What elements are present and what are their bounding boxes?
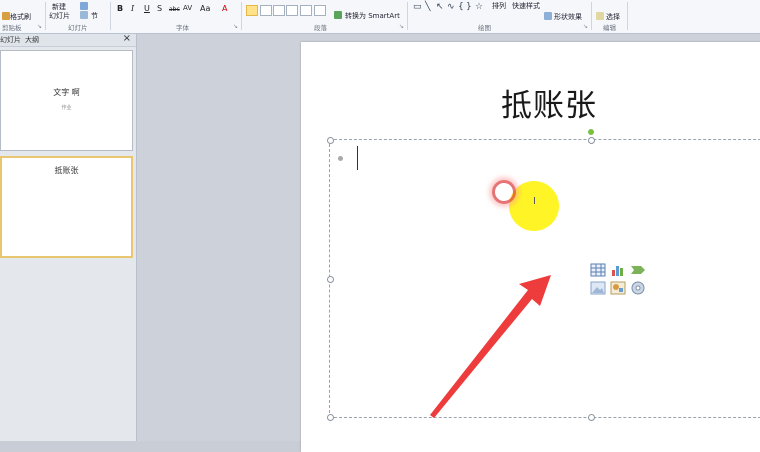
char-spacing-button[interactable]: AV: [183, 4, 192, 12]
star-shape-icon[interactable]: ☆: [475, 2, 483, 12]
resize-handle[interactable]: [588, 137, 595, 144]
change-case-button[interactable]: Aa: [200, 4, 210, 13]
brace-close-shape-icon[interactable]: }: [466, 2, 472, 12]
slides-group-label: 幻灯片: [68, 24, 88, 32]
thumbnail-title: 文字 啊: [53, 88, 80, 97]
arrow-shape-icon[interactable]: ↖: [436, 2, 444, 12]
insert-clipart-icon[interactable]: [610, 281, 626, 295]
resize-handle[interactable]: [588, 414, 595, 421]
tab-outline[interactable]: 大纲: [25, 35, 39, 45]
bullet-point: [338, 156, 343, 161]
select-button[interactable]: 选择: [606, 12, 620, 22]
resize-handle[interactable]: [327, 414, 334, 421]
text-caret: [357, 146, 358, 170]
rectangle-shape-icon[interactable]: ▭: [413, 2, 422, 12]
arrange-button[interactable]: 排列: [492, 1, 506, 11]
align-center-button[interactable]: [260, 5, 272, 16]
editing-group-label: 编辑: [603, 24, 616, 32]
resize-handle[interactable]: [327, 276, 334, 283]
columns-button[interactable]: [300, 5, 312, 16]
section-icon: [80, 11, 88, 19]
tab-slides[interactable]: 幻灯片: [0, 35, 21, 45]
line-shape-icon[interactable]: ╲: [425, 2, 430, 12]
underline-button[interactable]: U: [144, 4, 150, 13]
drawing-launcher-icon[interactable]: ↘: [583, 23, 588, 30]
align-right-button[interactable]: [273, 5, 285, 16]
group-divider: [627, 2, 628, 30]
click-indicator: [492, 180, 516, 204]
drawing-group-label: 绘图: [478, 24, 491, 32]
strikethrough-button[interactable]: abc: [169, 6, 180, 13]
insert-media-icon[interactable]: [630, 281, 646, 295]
curve-shape-icon[interactable]: ∿: [447, 2, 455, 12]
slide-canvas[interactable]: 抵账张 I: [301, 42, 760, 452]
panel-tabs: 幻灯片 大纲 ×: [0, 33, 136, 47]
thumbnail-subtitle: 作业: [61, 105, 72, 111]
shadow-button[interactable]: S: [157, 4, 162, 13]
brace-shape-icon[interactable]: {: [458, 2, 464, 12]
group-divider: [241, 2, 242, 30]
italic-button[interactable]: I: [131, 4, 134, 13]
font-color-button[interactable]: A: [222, 4, 227, 13]
clipboard-launcher-icon[interactable]: ↘: [37, 23, 42, 30]
paragraph-group-label: 段落: [314, 24, 327, 32]
font-group-label: 字体: [176, 24, 189, 32]
convert-smartart-button[interactable]: 转换为 SmartArt: [345, 11, 400, 21]
ibeam-cursor-icon: I: [533, 196, 536, 207]
justify-button[interactable]: [286, 5, 298, 16]
shape-effects-icon: [544, 12, 552, 20]
group-divider: [591, 2, 592, 30]
content-placeholder[interactable]: I: [327, 137, 760, 421]
slide-title[interactable]: 抵账张: [501, 80, 597, 125]
shape-effects-button[interactable]: 形状效果: [554, 12, 582, 22]
format-painter-button[interactable]: 格式刷: [10, 12, 31, 22]
slide-editor: 抵账张 I: [137, 34, 760, 452]
select-icon: [596, 12, 604, 20]
ribbon: 格式刷 剪贴板 ↘ 新建 幻灯片 节 幻灯片 B I U S abc AV Aa…: [0, 0, 760, 34]
paragraph-extra-button[interactable]: [314, 5, 326, 16]
align-left-button[interactable]: [246, 5, 258, 16]
paragraph-launcher-icon[interactable]: ↘: [399, 23, 404, 30]
insert-picture-icon[interactable]: [590, 281, 606, 295]
font-launcher-icon[interactable]: ↘: [233, 23, 238, 30]
insert-chart-icon[interactable]: [610, 263, 626, 277]
insert-table-icon[interactable]: [590, 263, 606, 277]
bold-button[interactable]: B: [117, 4, 123, 13]
group-divider: [110, 2, 111, 30]
slide-thumbnail-2[interactable]: 抵账张: [0, 156, 133, 258]
resize-handle[interactable]: [327, 137, 334, 144]
smartart-icon: [334, 11, 342, 19]
clipboard-group-label: 剪贴板: [2, 24, 22, 32]
quick-styles-button[interactable]: 快速样式: [512, 1, 540, 11]
close-icon[interactable]: ×: [123, 33, 131, 44]
group-divider: [45, 2, 46, 30]
insert-content-icons: [590, 263, 648, 299]
slide-thumbnail-1[interactable]: 文字 啊 作业: [0, 50, 133, 151]
slides-panel: 幻灯片 大纲 × 文字 啊 作业 抵账张: [0, 33, 137, 441]
thumbnail-title: 抵账张: [54, 166, 79, 175]
brush-icon: [2, 12, 10, 20]
group-divider: [407, 2, 408, 30]
insert-smartart-icon[interactable]: [630, 263, 646, 277]
rotation-handle[interactable]: [588, 129, 594, 135]
new-slide-dropdown[interactable]: 幻灯片: [49, 11, 70, 21]
section-button[interactable]: 节: [91, 11, 98, 21]
layout-icon[interactable]: [80, 2, 88, 10]
